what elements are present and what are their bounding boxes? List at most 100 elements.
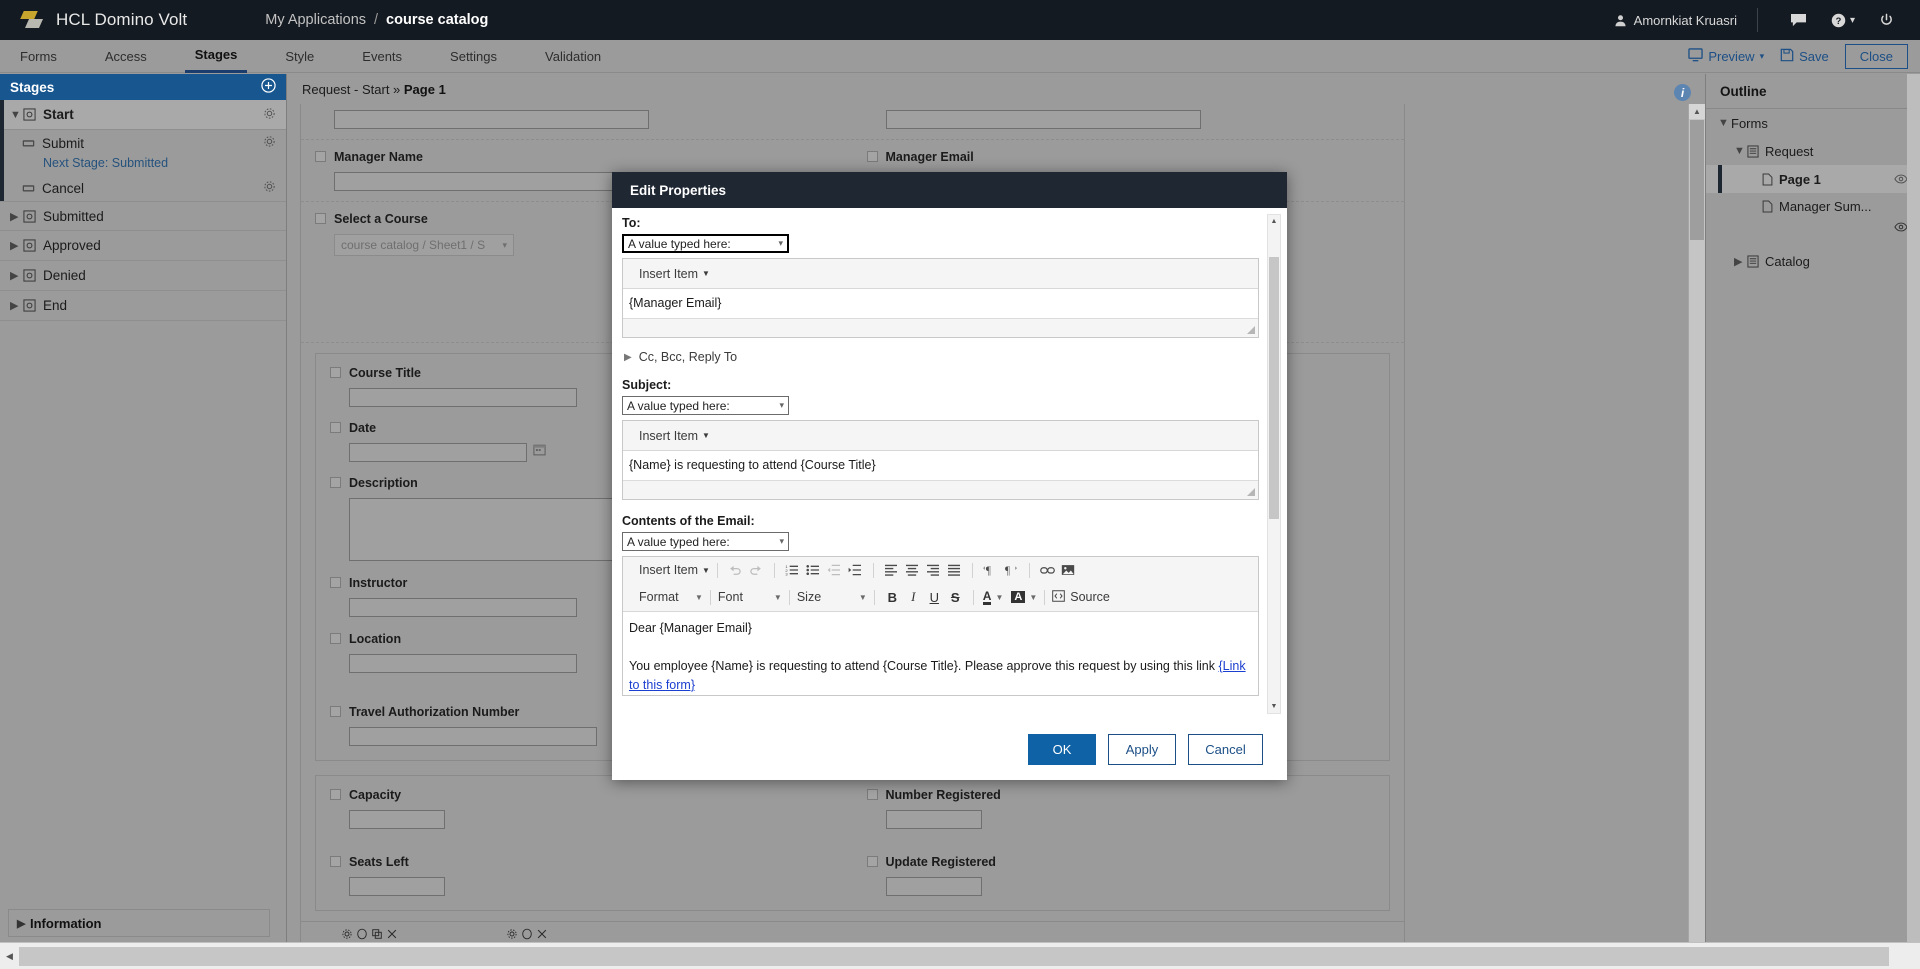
insert-item-label: Insert Item <box>639 266 699 281</box>
font-dropdown[interactable]: Font ▼ <box>718 590 782 604</box>
toolbar-separator <box>788 589 790 605</box>
scrollbar-thumb[interactable] <box>1269 257 1279 519</box>
cc-bcc-label: Cc, Bcc, Reply To <box>638 350 738 364</box>
toolbar-separator <box>773 562 775 578</box>
rich-text-toolbar-row-1: Insert Item ▼ 123 ¶ ¶ <box>623 557 1258 583</box>
to-toolbar: Insert Item ▼ <box>623 259 1258 289</box>
toolbar-separator <box>872 562 874 578</box>
background-color-icon: A <box>1011 591 1026 603</box>
to-resize-handle[interactable] <box>623 319 1258 337</box>
chevron-down-icon: ▾ <box>779 400 784 410</box>
caret-down-icon: ▼ <box>1029 592 1038 602</box>
ok-button[interactable]: OK <box>1028 733 1096 765</box>
dialog-footer: OK Apply Cancel <box>612 718 1287 780</box>
caret-down-icon: ▼ <box>702 269 710 278</box>
increase-indent-icon[interactable] <box>845 560 866 581</box>
background-color-dropdown[interactable]: A ▼ <box>1011 591 1037 603</box>
window-horizontal-scrollbar[interactable]: ◀ <box>0 942 1920 969</box>
text-color-dropdown[interactable]: A ▼ <box>982 588 1004 605</box>
contents-mode-select[interactable]: A value typed here: ▾ <box>622 532 789 551</box>
scrollbar-thumb[interactable] <box>19 946 1889 966</box>
chevron-down-icon: ▾ <box>778 238 783 248</box>
source-button[interactable]: Source <box>1052 589 1110 605</box>
svg-text:¶: ¶ <box>1005 565 1010 576</box>
format-label: Format <box>639 590 679 604</box>
subject-mode-select[interactable]: A value typed here: ▾ <box>622 396 789 415</box>
to-label: To: <box>622 216 641 230</box>
subject-resize-handle[interactable] <box>623 481 1258 499</box>
svg-text:3: 3 <box>786 571 789 576</box>
subject-mode-value: A value typed here: <box>627 398 730 413</box>
to-value[interactable]: {Manager Email} <box>623 289 1258 319</box>
bold-icon[interactable]: B <box>882 587 903 608</box>
size-dropdown[interactable]: Size ▼ <box>797 590 867 604</box>
email-body-editor[interactable]: Dear {Manager Email} You employee {Name}… <box>623 612 1258 695</box>
apply-button[interactable]: Apply <box>1108 733 1176 765</box>
align-left-icon[interactable] <box>881 560 902 581</box>
svg-text:¶: ¶ <box>986 565 991 576</box>
caret-down-icon: ▼ <box>995 592 1004 602</box>
text-direction-rtl-icon[interactable]: ¶ <box>1001 560 1022 581</box>
insert-item-dropdown[interactable]: Insert Item ▼ <box>639 267 710 281</box>
font-label: Font <box>717 590 743 604</box>
scroll-down-icon[interactable]: ▼ <box>1268 700 1280 713</box>
image-icon[interactable] <box>1058 560 1079 581</box>
dialog-body-content: To: A value typed here: ▾ Insert Item ▼ … <box>622 216 1259 696</box>
insert-item-dropdown[interactable]: Insert Item ▼ <box>639 429 710 443</box>
strikethrough-icon[interactable]: S <box>945 587 966 608</box>
bulleted-list-icon[interactable] <box>803 560 824 581</box>
undo-icon[interactable] <box>725 560 746 581</box>
underline-icon[interactable]: U <box>924 587 945 608</box>
insert-item-label: Insert Item <box>639 428 699 443</box>
toolbar-separator <box>716 562 718 578</box>
dialog-title-bar: Edit Properties <box>612 172 1287 208</box>
subject-value[interactable]: {Name} is requesting to attend {Course T… <box>623 451 1258 481</box>
chevron-right-icon: ▶ <box>624 351 632 363</box>
align-right-icon[interactable] <box>923 560 944 581</box>
source-label: Source <box>1070 590 1110 604</box>
scroll-left-icon[interactable]: ◀ <box>0 943 19 969</box>
caret-down-icon: ▼ <box>695 592 703 602</box>
toolbar-separator <box>972 589 974 605</box>
align-justify-icon[interactable] <box>944 560 965 581</box>
email-body-line-2: You employee {Name} is requesting to att… <box>629 657 1258 695</box>
text-direction-ltr-icon[interactable]: ¶ <box>980 560 1001 581</box>
italic-icon[interactable]: I <box>903 587 924 608</box>
decrease-indent-icon[interactable] <box>824 560 845 581</box>
toolbar-separator <box>709 589 711 605</box>
toolbar-separator <box>1044 589 1046 605</box>
subject-label: Subject: <box>622 378 672 392</box>
link-icon[interactable] <box>1037 560 1058 581</box>
chevron-down-icon: ▾ <box>779 536 784 546</box>
numbered-list-icon[interactable]: 123 <box>782 560 803 581</box>
subject-toolbar: Insert Item ▼ <box>623 421 1258 451</box>
format-dropdown[interactable]: Format ▼ <box>639 590 703 604</box>
insert-item-dropdown[interactable]: Insert Item ▼ <box>639 563 710 577</box>
toolbar-separator <box>1028 562 1030 578</box>
align-center-icon[interactable] <box>902 560 923 581</box>
toolbar-separator <box>971 562 973 578</box>
cc-bcc-reply-toggle[interactable]: ▶ Cc, Bcc, Reply To <box>624 350 1259 364</box>
caret-down-icon: ▼ <box>858 592 867 602</box>
email-body-text: You employee {Name} is requesting to att… <box>629 659 1219 673</box>
toolbar-separator <box>873 589 875 605</box>
size-label: Size <box>796 590 822 604</box>
email-body-blank-line <box>629 638 1258 657</box>
to-mode-select[interactable]: A value typed here: ▾ <box>622 234 789 253</box>
to-editor: Insert Item ▼ {Manager Email} <box>622 258 1259 338</box>
source-code-icon <box>1052 589 1066 605</box>
rich-text-toolbar: Insert Item ▼ 123 ¶ ¶ Format ▼ Font ▼ Si… <box>623 557 1258 612</box>
caret-down-icon: ▼ <box>773 592 782 602</box>
dialog-vertical-scrollbar[interactable]: ▲ ▼ <box>1267 214 1281 714</box>
contents-editor: Insert Item ▼ 123 ¶ ¶ Format ▼ Font ▼ Si… <box>622 556 1259 696</box>
dialog-body: To: A value typed here: ▾ Insert Item ▼ … <box>612 208 1287 718</box>
redo-icon[interactable] <box>746 560 767 581</box>
cancel-button[interactable]: Cancel <box>1188 733 1263 765</box>
rich-text-toolbar-row-2: Format ▼ Font ▼ Size ▼ B I U S A ▼ A ▼ S… <box>623 583 1258 611</box>
contents-label: Contents of the Email: <box>622 514 755 528</box>
text-color-icon: A <box>982 588 992 605</box>
scroll-up-icon[interactable]: ▲ <box>1268 215 1280 228</box>
edit-properties-dialog: Edit Properties To: A value typed here: … <box>612 172 1287 780</box>
to-mode-value: A value typed here: <box>628 236 731 251</box>
caret-down-icon: ▼ <box>702 431 710 440</box>
